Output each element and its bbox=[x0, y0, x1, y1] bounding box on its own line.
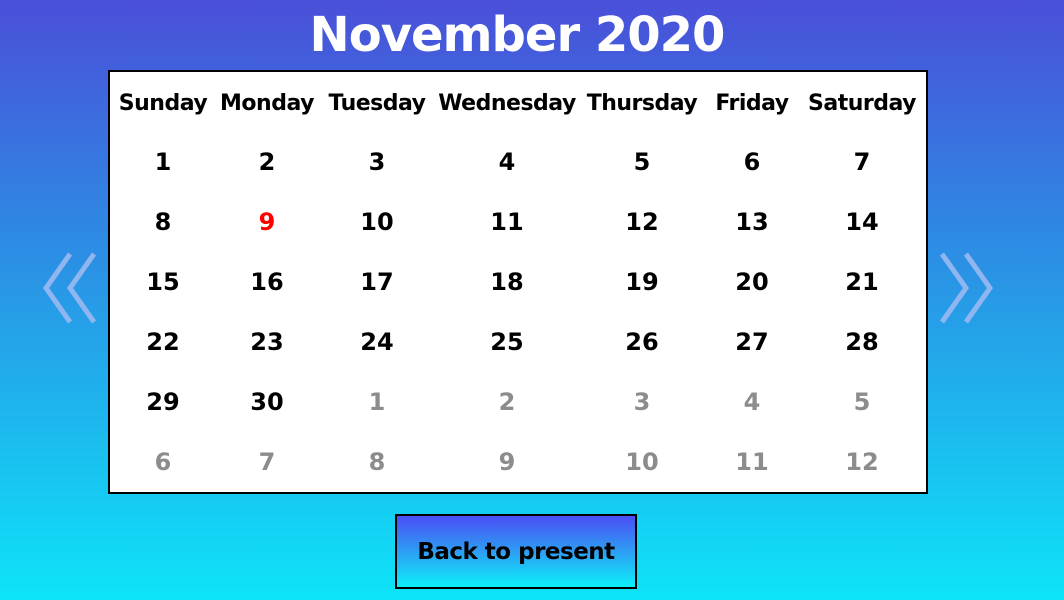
day-cell[interactable]: 4 bbox=[467, 142, 547, 182]
day-cell-other-month[interactable]: 10 bbox=[602, 442, 682, 482]
day-cell[interactable]: 30 bbox=[227, 382, 307, 422]
day-cell-other-month[interactable]: 8 bbox=[337, 442, 417, 482]
day-cell[interactable]: 6 bbox=[712, 142, 792, 182]
calendar-grid: Sunday Monday Tuesday Wednesday Thursday Frid… bbox=[108, 70, 928, 494]
day-cell[interactable]: 29 bbox=[123, 382, 203, 422]
weekday-header-friday: Friday bbox=[715, 91, 789, 116]
day-cell-other-month[interactable]: 7 bbox=[227, 442, 307, 482]
day-cell[interactable]: 11 bbox=[467, 202, 547, 242]
double-chevron-left-icon bbox=[42, 252, 97, 324]
day-cell-other-month[interactable]: 6 bbox=[123, 442, 203, 482]
day-cell[interactable]: 5 bbox=[602, 142, 682, 182]
weekday-header-saturday: Saturday bbox=[808, 91, 916, 116]
day-cell[interactable]: 25 bbox=[467, 322, 547, 362]
day-cell[interactable]: 13 bbox=[712, 202, 792, 242]
day-cell[interactable]: 22 bbox=[123, 322, 203, 362]
day-cell-other-month[interactable]: 4 bbox=[712, 382, 792, 422]
day-cell-other-month[interactable]: 9 bbox=[467, 442, 547, 482]
weekday-header-thursday: Thursday bbox=[586, 91, 698, 116]
weekday-header-wednesday: Wednesday bbox=[438, 91, 576, 116]
day-cell[interactable]: 2 bbox=[227, 142, 307, 182]
day-cell[interactable]: 1 bbox=[123, 142, 203, 182]
day-cell[interactable]: 15 bbox=[123, 262, 203, 302]
day-cell[interactable]: 12 bbox=[602, 202, 682, 242]
day-cell[interactable]: 18 bbox=[467, 262, 547, 302]
day-cell[interactable]: 20 bbox=[712, 262, 792, 302]
day-cell[interactable]: 21 bbox=[822, 262, 902, 302]
day-cell[interactable]: 8 bbox=[123, 202, 203, 242]
day-cell-today[interactable]: 9 bbox=[227, 202, 307, 242]
day-cell[interactable]: 3 bbox=[337, 142, 417, 182]
day-cell-other-month[interactable]: 11 bbox=[712, 442, 792, 482]
double-chevron-right-icon bbox=[939, 252, 994, 324]
day-cell-other-month[interactable]: 3 bbox=[602, 382, 682, 422]
day-cell[interactable]: 16 bbox=[227, 262, 307, 302]
day-cell-other-month[interactable]: 5 bbox=[822, 382, 902, 422]
day-cell[interactable]: 10 bbox=[337, 202, 417, 242]
day-cell[interactable]: 17 bbox=[337, 262, 417, 302]
day-cell[interactable]: 14 bbox=[822, 202, 902, 242]
day-cell[interactable]: 28 bbox=[822, 322, 902, 362]
day-cell-other-month[interactable]: 1 bbox=[337, 382, 417, 422]
month-year-title: November 2020 bbox=[309, 7, 726, 63]
day-cell[interactable]: 27 bbox=[712, 322, 792, 362]
weekday-header-tuesday: Tuesday bbox=[328, 91, 426, 116]
back-to-present-button[interactable]: Back to present bbox=[395, 514, 637, 589]
next-month-button[interactable] bbox=[936, 250, 996, 326]
day-cell[interactable]: 26 bbox=[602, 322, 682, 362]
day-cell[interactable]: 24 bbox=[337, 322, 417, 362]
day-cell-other-month[interactable]: 12 bbox=[822, 442, 902, 482]
day-cell-other-month[interactable]: 2 bbox=[467, 382, 547, 422]
weekday-header-monday: Monday bbox=[220, 91, 314, 116]
day-cell[interactable]: 19 bbox=[602, 262, 682, 302]
day-cell[interactable]: 23 bbox=[227, 322, 307, 362]
day-cell[interactable]: 7 bbox=[822, 142, 902, 182]
weekday-header-sunday: Sunday bbox=[118, 91, 208, 116]
prev-month-button[interactable] bbox=[40, 250, 100, 326]
